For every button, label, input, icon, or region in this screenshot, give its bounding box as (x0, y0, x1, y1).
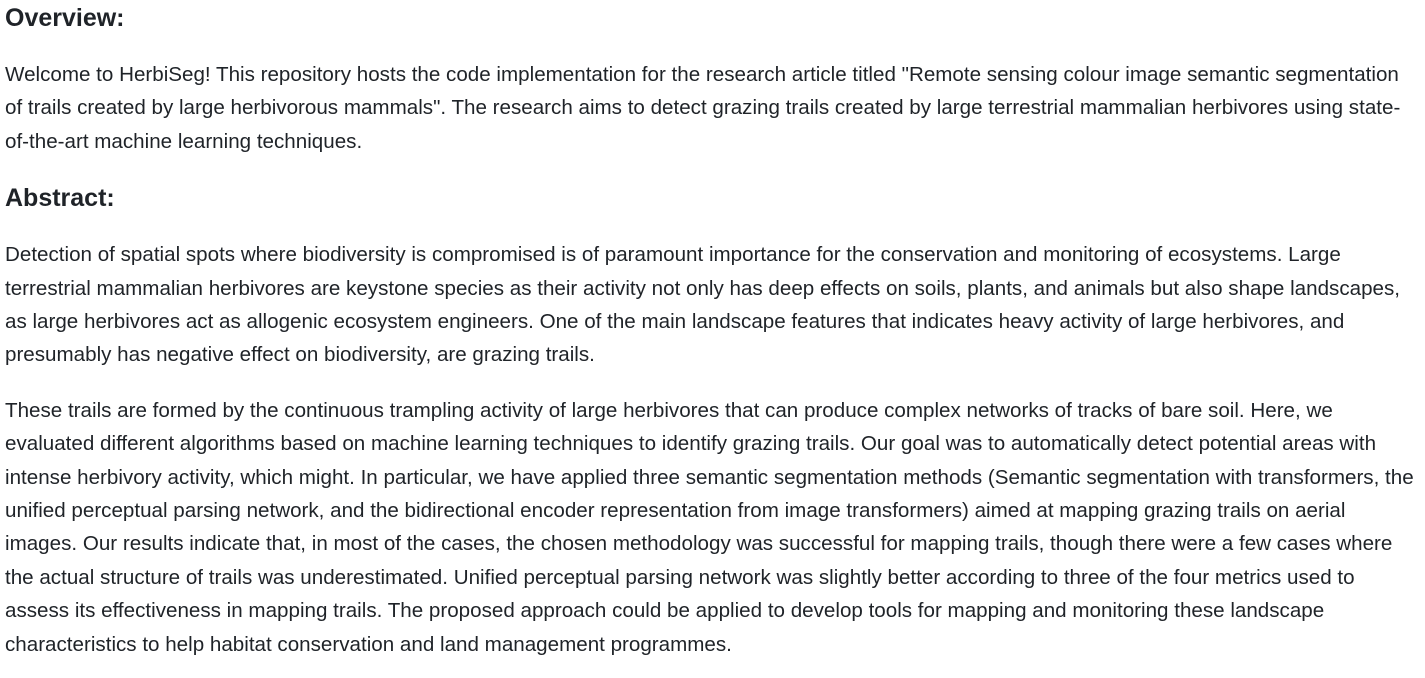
abstract-heading: Abstract: (5, 184, 115, 213)
abstract-paragraph-2: These trails are formed by the continuou… (5, 398, 1414, 656)
overview-heading: Overview: (5, 4, 125, 32)
readme-content: Overview: Welcome to HerbiSeg! This repo… (0, 0, 1425, 661)
overview-paragraph: Welcome to HerbiSeg! This repository hos… (5, 63, 1401, 153)
abstract-paragraph-1: Detection of spatial spots where biodive… (5, 243, 1401, 367)
